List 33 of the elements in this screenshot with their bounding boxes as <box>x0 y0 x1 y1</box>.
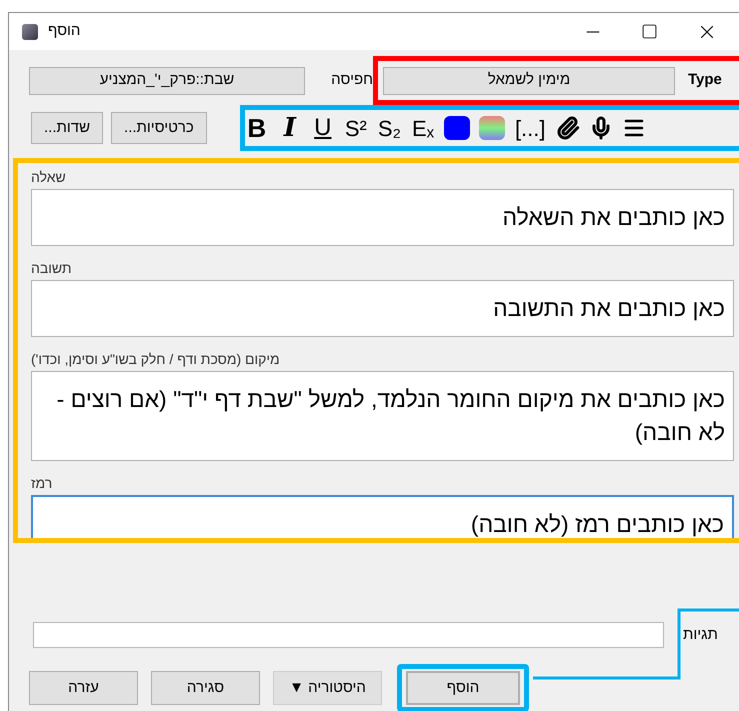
field-editor[interactable]: כאן כותבים את מיקום החומר הנלמד, למשל "שבת דף י"ד" (אם רוצים - לא חובה) <box>31 371 734 462</box>
toolbar-button[interactable]: S₂ <box>376 114 402 142</box>
dialog-button[interactable]: סגירה <box>151 671 260 705</box>
deck-button[interactable]: שבת::פרק_י'_המצניע <box>29 66 305 95</box>
toolbar-button[interactable]: S² <box>344 114 368 142</box>
dialog-button[interactable]: עזרה <box>29 671 138 705</box>
toolbar-button[interactable]: Eₓ <box>411 114 435 142</box>
maximize-icon[interactable] <box>641 23 658 40</box>
note-type-label: Type <box>688 70 722 90</box>
field-label: מיקום (מסכת ודף / חלק בשו"ע וסימן, וכדו') <box>31 350 280 370</box>
bold-button[interactable]: B <box>244 114 269 142</box>
italic-button[interactable]: I <box>278 114 302 142</box>
toolbar-button[interactable]: [...] <box>514 114 546 142</box>
dialog-button: היסטוריה ▼ <box>273 671 382 705</box>
add-button[interactable]: הוסף <box>406 671 520 705</box>
top-button[interactable]: כרטיסיות... <box>111 112 207 144</box>
field-label: שאלה <box>31 168 66 188</box>
deck-label: חפיסה <box>330 70 373 90</box>
top-button[interactable]: שדות... <box>31 112 104 144</box>
field-label: תשובה <box>31 259 72 278</box>
note-type-button[interactable]: מימין לשמאל <box>383 66 675 95</box>
app-icon <box>22 24 38 40</box>
field-editor[interactable]: כאן כותבים את התשובה <box>31 280 734 338</box>
tags-field[interactable] <box>33 622 664 648</box>
paperclip-icon[interactable] <box>556 116 580 140</box>
highlight-button[interactable] <box>478 116 505 140</box>
tags-label: תגיות <box>683 624 718 645</box>
field-editor[interactable]: כאן כותבים את השאלה <box>31 189 734 246</box>
field-editor[interactable]: כאן כותבים רמז (לא חובה) <box>31 495 734 538</box>
field-label: רמז <box>31 474 52 494</box>
underline-button[interactable]: U <box>310 114 335 142</box>
text-color-button[interactable] <box>444 116 470 140</box>
window-title: הוסף <box>48 21 80 42</box>
